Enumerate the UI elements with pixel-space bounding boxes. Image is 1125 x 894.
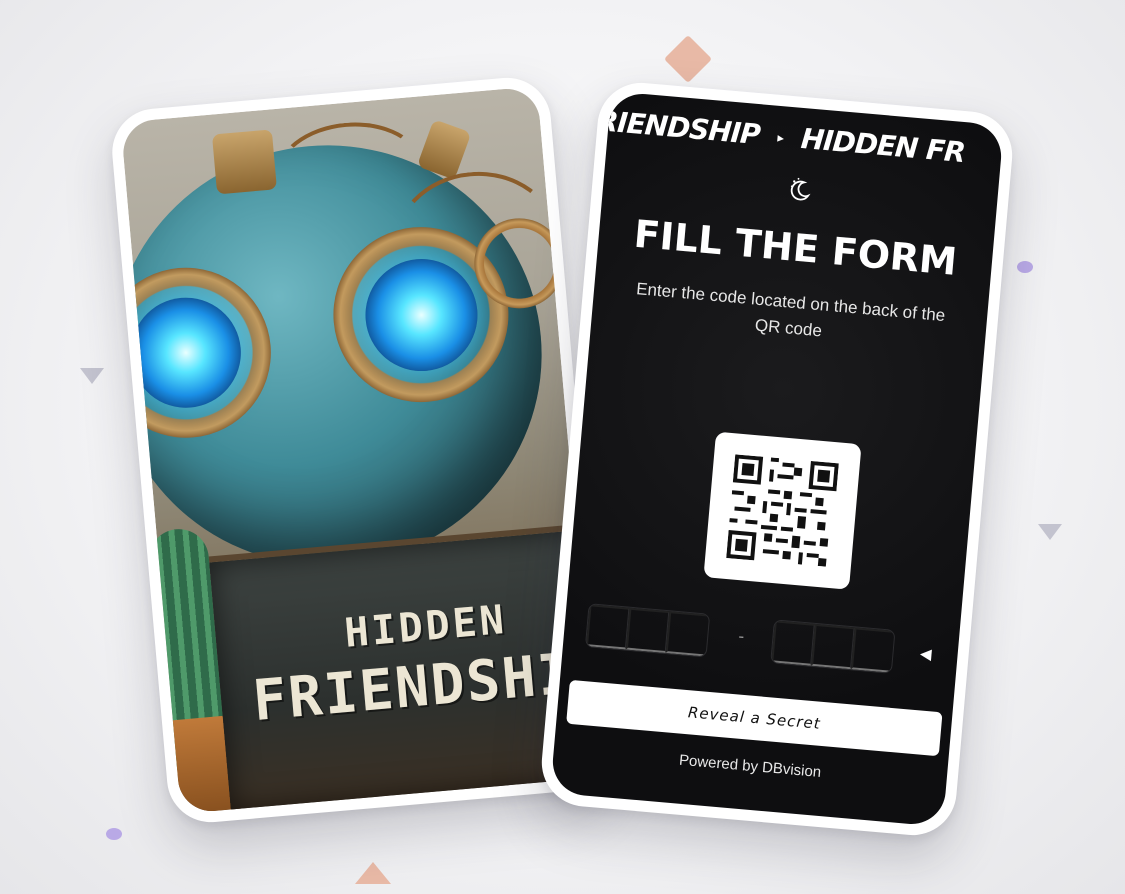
- code-digit-input[interactable]: [585, 604, 630, 650]
- code-input-row: - ◀: [584, 603, 938, 677]
- robot-cap: [211, 129, 277, 195]
- form-subtitle: Enter the code located on the back of th…: [635, 279, 946, 341]
- code-digit-input[interactable]: [811, 623, 855, 670]
- qr-code-icon: [726, 454, 839, 567]
- form-title: FILL THE FORM: [632, 211, 959, 284]
- send-icon[interactable]: ◀: [919, 644, 932, 663]
- dot-decoration: [1017, 261, 1033, 273]
- diamond-decoration: [663, 34, 713, 84]
- wooden-sign: HIDDEN FRIENDSHIP: [208, 519, 598, 812]
- reveal-secret-button[interactable]: Reveal a Secret: [566, 679, 943, 757]
- code-digit-input[interactable]: [625, 607, 670, 654]
- marquee-separator-icon: ▸: [776, 130, 784, 146]
- triangle-decoration: [355, 862, 391, 884]
- code-digit-input[interactable]: [665, 611, 710, 657]
- form-phone-frame: FRIENDSHIP ▸ HIDDEN FR FILL THE FORM Enter…: [538, 79, 1016, 839]
- code-separator: -: [737, 626, 746, 646]
- marquee-left: FRIENDSHIP: [577, 102, 762, 152]
- title-marquee: FRIENDSHIP ▸ HIDDEN FR: [577, 103, 966, 170]
- code-group-1: [584, 603, 711, 658]
- marquee-right: HIDDEN FR: [799, 121, 967, 170]
- triangle-decoration: [1038, 524, 1062, 540]
- art-screen: HIDDEN FRIENDSHIP: [120, 86, 598, 814]
- form-screen: FRIENDSHIP ▸ HIDDEN FR FILL THE FORM Enter…: [550, 91, 1004, 827]
- code-digit-input[interactable]: [771, 620, 815, 666]
- robot-artwork: HIDDEN FRIENDSHIP: [120, 86, 598, 814]
- code-digit-input[interactable]: [850, 627, 895, 673]
- triangle-decoration: [80, 368, 104, 384]
- qr-code: [703, 431, 862, 590]
- dot-decoration: [106, 828, 122, 840]
- code-group-2: [770, 619, 896, 674]
- art-phone-frame: HIDDEN FRIENDSHIP: [108, 74, 610, 826]
